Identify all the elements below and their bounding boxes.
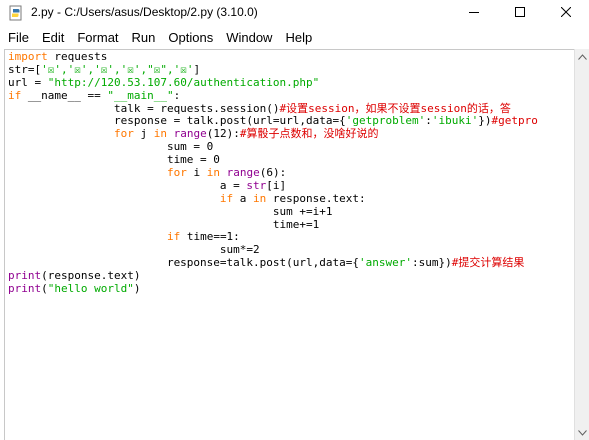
- code-token: for: [166, 166, 187, 180]
- code-token: in: [253, 191, 267, 205]
- code-token: 'ibuki': [431, 114, 479, 128]
- code-token: }): [478, 114, 492, 128]
- idle-editor-window: 2.py - C:/Users/asus/Desktop/2.py (3.10.…: [0, 0, 589, 440]
- code-token: "__main__": [107, 88, 174, 102]
- code-token: #getpro: [491, 114, 538, 128]
- maximize-icon: [515, 4, 525, 22]
- code-token: url =: [8, 75, 48, 89]
- scroll-down-arrow-icon[interactable]: [575, 425, 589, 440]
- code-token: ]: [193, 62, 201, 76]
- code-token: print: [8, 269, 42, 283]
- code-token: in: [153, 127, 167, 141]
- code-token: requests: [47, 50, 108, 63]
- code-token: :: [425, 114, 432, 128]
- code-token: sum +=i+1: [8, 204, 333, 218]
- menu-format[interactable]: Format: [77, 30, 118, 45]
- menu-run[interactable]: Run: [132, 30, 156, 45]
- vertical-scrollbar[interactable]: [574, 49, 589, 440]
- close-button[interactable]: [543, 0, 589, 26]
- code-line[interactable]: print("hello world"): [8, 282, 538, 296]
- code-token: in: [206, 166, 220, 180]
- code-token: __name__ ==: [21, 88, 108, 102]
- code-token: response=talk.post(url,data={: [8, 256, 359, 270]
- code-token: time+=1: [8, 217, 320, 231]
- code-token: if: [219, 191, 234, 205]
- code-token: j: [133, 127, 154, 141]
- close-icon: [560, 4, 572, 22]
- code-token: print: [8, 282, 42, 296]
- maximize-button[interactable]: [497, 0, 543, 26]
- python-file-icon: [8, 5, 24, 21]
- title-bar[interactable]: 2.py - C:/Users/asus/Desktop/2.py (3.10.…: [0, 0, 589, 26]
- code-token: #算骰子点数和，没啥好说的: [239, 127, 379, 141]
- menu-edit[interactable]: Edit: [42, 30, 64, 45]
- code-token: (6):: [259, 166, 287, 180]
- menu-help[interactable]: Help: [285, 30, 312, 45]
- code-token: for: [113, 127, 134, 141]
- code-token: (response.text): [41, 269, 141, 283]
- code-token: ): [133, 282, 141, 296]
- code-token: a: [233, 191, 254, 205]
- code-token: "hello world": [47, 282, 134, 296]
- code-token: range: [173, 127, 207, 141]
- code-token: :sum}): [411, 256, 452, 270]
- code-token: (12):: [206, 127, 240, 141]
- menu-options[interactable]: Options: [168, 30, 213, 45]
- code-editor[interactable]: import requests str=['☒','☒','☒','☒',"☒",…: [4, 49, 575, 440]
- code-token: sum*=2: [8, 243, 260, 257]
- code-token: import: [8, 50, 48, 63]
- code-token: response.text:: [266, 191, 366, 205]
- code-token: #设置session，如果不设置session的话，答: [279, 101, 511, 115]
- code-token: :: [173, 88, 181, 102]
- code-token: if: [166, 230, 181, 244]
- code-token: a =: [8, 178, 247, 192]
- menu-window[interactable]: Window: [226, 30, 272, 45]
- code-token: #提交计算结果: [451, 256, 525, 270]
- code-token: time = 0: [8, 153, 220, 167]
- code-token: sum = 0: [8, 140, 214, 154]
- code-token: str: [246, 178, 267, 192]
- code-text[interactable]: import requests str=['☒','☒','☒','☒',"☒",…: [8, 50, 538, 296]
- code-token: range: [226, 166, 260, 180]
- code-token: talk = requests.session(): [8, 101, 280, 115]
- menu-file[interactable]: File: [8, 30, 29, 45]
- menu-bar: File Edit Format Run Options Window Help: [0, 26, 589, 48]
- minimize-button[interactable]: [451, 0, 497, 26]
- code-token: str=[: [8, 62, 42, 76]
- code-token: response = talk.post(url=url,data={: [8, 114, 346, 128]
- scroll-up-arrow-icon[interactable]: [575, 49, 589, 64]
- code-token: "http://120.53.107.60/authentication.php…: [47, 75, 320, 89]
- code-token: 'answer': [359, 256, 412, 270]
- code-token: '☒','☒','☒','☒',"☒",'☒': [41, 62, 194, 76]
- minimize-icon: [469, 4, 479, 22]
- code-token: [i]: [266, 178, 287, 192]
- code-token: (: [41, 282, 48, 296]
- code-token: i: [186, 166, 207, 180]
- code-token: time==1:: [180, 230, 240, 244]
- code-token: 'getproblem': [345, 114, 426, 128]
- code-token: if: [8, 88, 22, 102]
- window-title: 2.py - C:/Users/asus/Desktop/2.py (3.10.…: [31, 5, 258, 19]
